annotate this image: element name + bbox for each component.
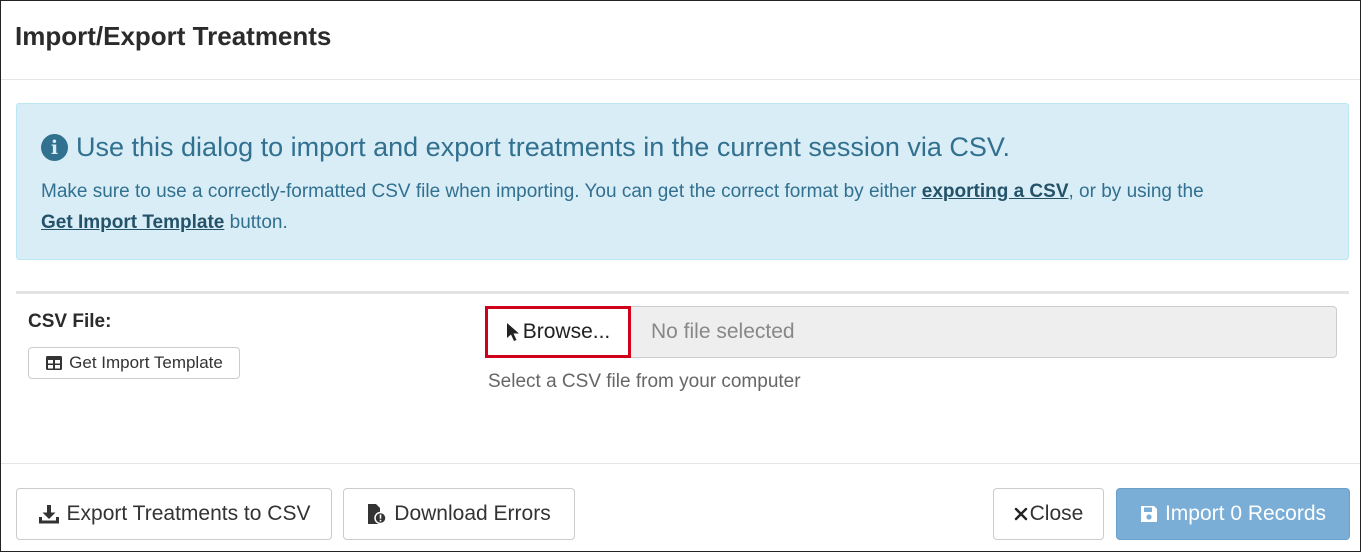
save-icon [1140,505,1158,523]
export-treatments-button[interactable]: Export Treatments to CSV [16,488,332,540]
export-treatments-label: Export Treatments to CSV [66,502,311,525]
info-alert: i Use this dialog to import and export t… [16,103,1349,260]
info-body-text-2: , or by using the [1068,181,1204,202]
info-circle-icon: i [41,134,68,161]
close-icon [1014,507,1028,521]
download-icon [38,504,60,524]
info-heading: Use this dialog to import and export tre… [76,132,1010,162]
footer-divider [1,463,1360,464]
download-errors-button[interactable]: Download Errors [343,488,575,540]
csv-file-input-group: Browse... No file selected [485,306,1337,358]
browse-button-label: Browse... [522,320,611,343]
info-body-text-3: button. [224,212,288,233]
file-exclamation-icon [367,503,388,525]
import-records-button[interactable]: Import 0 Records [1116,488,1350,540]
import-records-label: Import 0 Records [1164,502,1327,525]
table-icon [45,355,63,371]
dialog-title: Import/Export Treatments [15,21,332,51]
browse-button[interactable]: Browse... [485,306,631,358]
get-import-template-button[interactable]: Get Import Template [28,347,240,379]
info-heading-row: i Use this dialog to import and export t… [41,132,1010,163]
get-import-template-label: Get Import Template [69,353,223,372]
selected-file-display: No file selected [651,320,795,343]
mouse-pointer-icon [506,322,520,342]
close-button[interactable]: Close [993,488,1104,540]
import-export-dialog: Import/Export Treatments i Use this dial… [0,0,1361,552]
csv-file-label: CSV File: [28,311,112,332]
download-errors-label: Download Errors [394,502,551,525]
section-divider [16,291,1349,294]
dialog-header: Import/Export Treatments [1,1,1360,80]
info-body: Make sure to use a correctly-formatted C… [41,176,1336,238]
exporting-csv-link[interactable]: exporting a CSV [922,181,1069,202]
csv-help-text: Select a CSV file from your computer [488,371,801,392]
get-import-template-link[interactable]: Get Import Template [41,212,224,233]
close-button-label: Close [1029,502,1084,525]
info-body-text-1: Make sure to use a correctly-formatted C… [41,181,922,202]
